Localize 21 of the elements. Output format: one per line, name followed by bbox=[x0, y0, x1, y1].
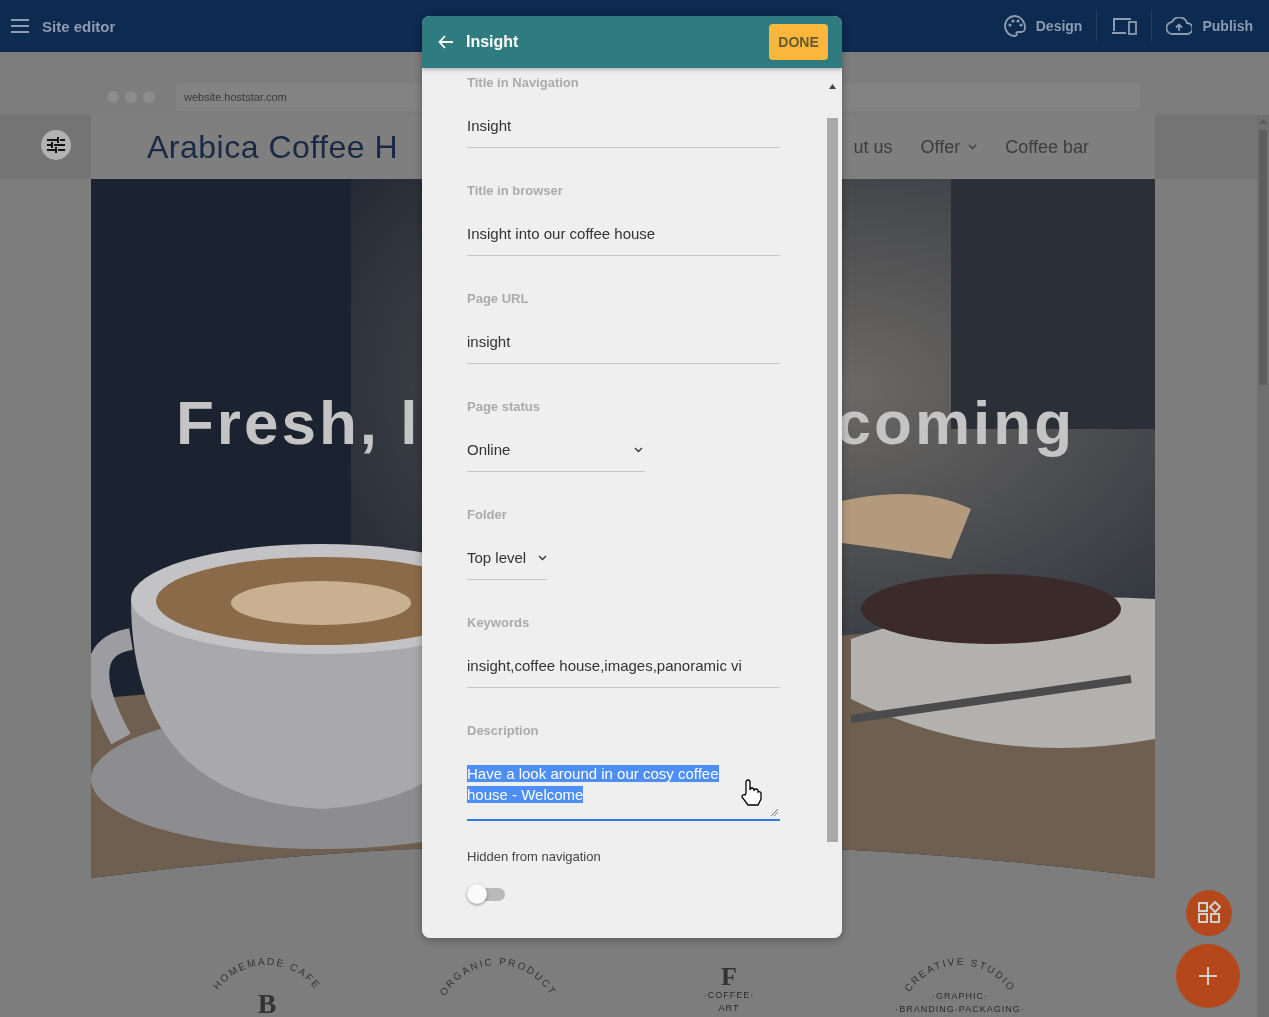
field-label: Keywords bbox=[467, 615, 531, 631]
hero-headline: coming bbox=[836, 387, 1075, 458]
field-label: Page URL bbox=[467, 291, 530, 307]
select-value: Top level bbox=[467, 548, 527, 568]
logo-text: ·COFFEE· bbox=[703, 990, 754, 1000]
logo-text: ·BRANDING·PACKAGING· bbox=[894, 1004, 1025, 1014]
field-label: Page status bbox=[467, 399, 541, 415]
app-title: Site editor bbox=[42, 17, 116, 35]
field-label: Title in browser bbox=[467, 183, 564, 199]
logo-text: ART bbox=[718, 1003, 739, 1013]
logo-letter: B bbox=[257, 988, 276, 1017]
field-label: Title in Navigation bbox=[467, 75, 580, 91]
hero-headline: Fresh, l bbox=[176, 387, 421, 458]
dialog-title: Insight bbox=[466, 33, 519, 51]
toggle-label: Hidden from navigation bbox=[467, 849, 602, 864]
site-logo-text: Arabica Coffee H bbox=[147, 128, 399, 166]
field-label: Folder bbox=[467, 507, 508, 523]
logo-text: ·GRAPHIC· bbox=[931, 991, 988, 1001]
select-value: Online bbox=[467, 440, 511, 460]
logo-letter: F bbox=[720, 962, 737, 991]
field-label: Description bbox=[467, 723, 540, 739]
